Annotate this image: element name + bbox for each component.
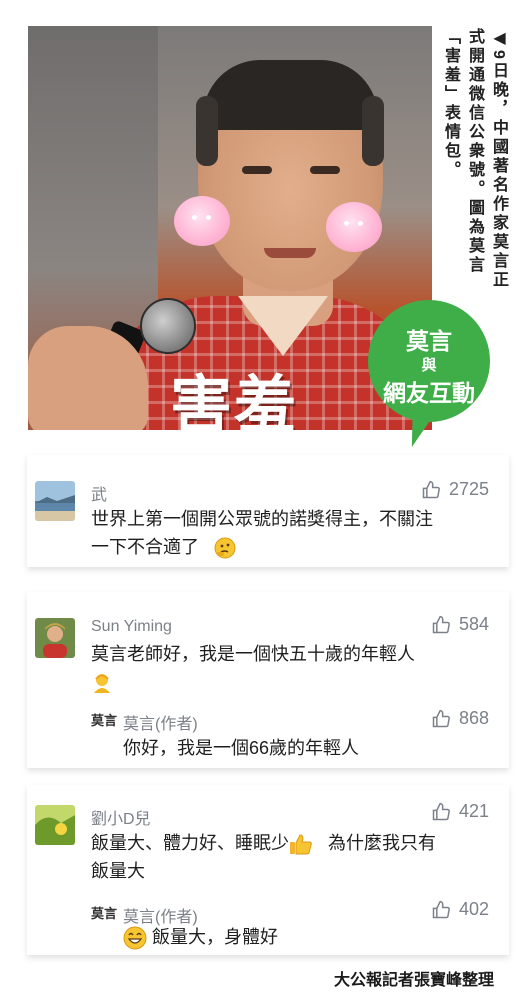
reply-text: 飯量大，身體好 — [123, 923, 278, 951]
like-count: 402 — [458, 899, 489, 919]
like-button[interactable]: 2725 — [421, 479, 489, 500]
like-button[interactable]: 421 — [431, 801, 489, 822]
thumbs-up-icon — [432, 615, 450, 633]
left-blush-icon — [174, 196, 230, 246]
avatar[interactable] — [35, 618, 75, 658]
comment-text-fragment: 為什麼我只有 — [328, 833, 437, 853]
hair — [203, 60, 378, 130]
interaction-badge: 莫言 與 網友互動 — [368, 300, 490, 451]
like-count: 584 — [458, 614, 489, 634]
badge-line-1: 莫言 — [406, 328, 452, 354]
caption-text: 9日晚，中國著名作家莫言正式開通微信公衆號。圖為莫言「害羞」表情包。 — [442, 28, 507, 290]
like-count: 2725 — [448, 479, 489, 499]
comment-text-line: 世界上第一個開公眾號的諾獎得主，不關注 — [91, 509, 433, 529]
hair-left — [196, 96, 218, 166]
like-button[interactable]: 584 — [431, 614, 489, 635]
photo-caption: ◀9日晚，中國著名作家莫言正式開通微信公衆號。圖為莫言「害羞」表情包。 — [438, 28, 510, 308]
grin-emoji — [123, 926, 147, 950]
thinking-emoji — [214, 537, 236, 559]
right-blush-icon — [326, 202, 382, 252]
comment-username[interactable]: Sun Yiming — [91, 618, 172, 636]
reply-username[interactable]: 莫言(作者) — [123, 710, 198, 734]
comment-text: 莫言老師好，我是一個快五十歲的年輕人 — [91, 640, 415, 696]
avatar[interactable] — [35, 805, 75, 845]
left-eye — [242, 166, 272, 174]
avatar[interactable] — [35, 481, 75, 521]
mouth — [264, 248, 316, 258]
like-count: 421 — [458, 801, 489, 821]
comment-text-line: 飯量大 — [91, 861, 145, 881]
like-count: 868 — [458, 708, 489, 728]
reply-text-fragment: 飯量大，身體好 — [152, 927, 279, 947]
person-emoji — [94, 674, 110, 694]
caption-arrow-icon: ◀ — [490, 28, 507, 50]
author-avatar[interactable]: 莫言 — [91, 710, 117, 734]
comment-card-1: 武 2725 世界上第一個開公眾號的諾獎得主，不關注 一下不合適了 — [27, 455, 509, 567]
comment-text: 世界上第一個開公眾號的諾獎得主，不關注 一下不合適了 — [91, 505, 433, 561]
thumbs-up-icon — [432, 802, 450, 820]
reply-text: 你好，我是一個66歲的年輕人 — [123, 738, 360, 758]
thumbs-up-icon — [432, 900, 450, 918]
comment-text-fragment: 一下不合適了 — [91, 537, 199, 557]
comment-text-line: 莫言老師好，我是一個快五十歲的年輕人 — [91, 644, 415, 664]
microphone-icon — [140, 298, 196, 354]
comment-card-3: 劉小D兒 421 飯量大、體力好、睡眠少 為什麼我只有 飯量大 莫言 莫言(作者… — [27, 785, 509, 955]
like-button[interactable]: 868 — [431, 708, 489, 729]
thumbs-up-icon — [432, 709, 450, 727]
thumbs-up-icon — [422, 480, 440, 498]
comment-text: 飯量大、體力好、睡眠少 為什麼我只有 飯量大 — [91, 829, 436, 885]
badge-tail — [400, 405, 436, 451]
like-button[interactable]: 402 — [431, 899, 489, 920]
thumbs-up-emoji — [290, 834, 312, 855]
comment-text-fragment: 飯量大、體力好、睡眠少 — [91, 833, 289, 853]
comment-username[interactable]: 劉小D兒 — [91, 805, 151, 829]
author-avatar[interactable]: 莫言 — [91, 903, 117, 927]
reporter-credit: 大公報記者張寶峰整理 — [333, 972, 494, 989]
comment-text-line — [91, 668, 415, 696]
comment-card-2: Sun Yiming 584 莫言老師好，我是一個快五十歲的年輕人 莫言 莫言(… — [27, 592, 509, 768]
comment-username[interactable]: 武 — [91, 481, 107, 505]
badge-line-2: 與 — [421, 357, 437, 374]
right-eye — [310, 166, 340, 174]
badge-line-3: 網友互動 — [383, 380, 475, 406]
comment-text-line: 飯量大、體力好、睡眠少 為什麼我只有 — [91, 829, 436, 857]
comment-text-line: 一下不合適了 — [91, 533, 433, 561]
hair-right — [362, 96, 384, 166]
shy-overlay-text: 害羞 — [170, 368, 299, 430]
